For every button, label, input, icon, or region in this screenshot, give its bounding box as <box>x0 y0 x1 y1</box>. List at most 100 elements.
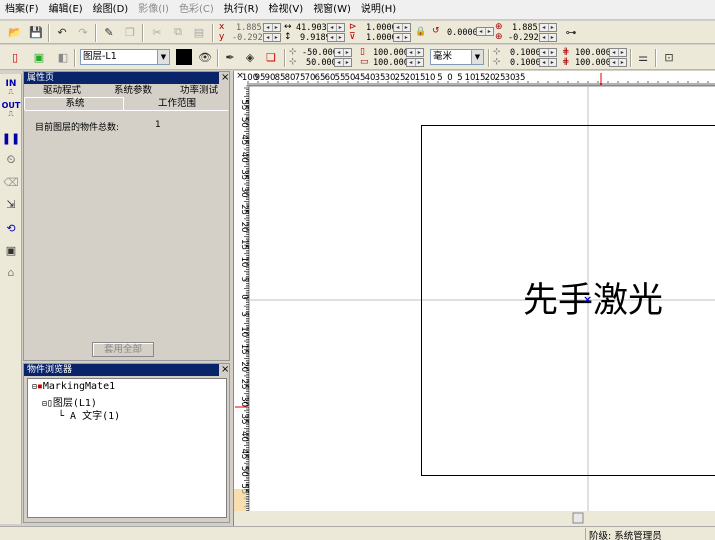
apply-all-button[interactable]: 套用全部 <box>92 342 154 357</box>
menu-item-4[interactable]: 色彩(C) <box>174 0 219 20</box>
fill-icon[interactable]: ◈ <box>241 48 259 66</box>
menu-item-6[interactable]: 检视(V) <box>264 0 309 20</box>
undo-icon[interactable]: ↶ <box>53 23 71 41</box>
in-icon[interactable]: IN ⎍ <box>3 80 19 97</box>
copy-icon[interactable]: ⧉ <box>169 23 187 41</box>
left-toolbar: IN ⎍ OUT ⎍ ❚❚ ⏲ ⌫ ⇲ ⟲ ▣ ⌂ <box>0 74 22 524</box>
object-tree: ⊟▪MarkingMate1 ⊟▯图层(L1) └ A 文字(1) <box>27 378 227 518</box>
layer-stack-icon[interactable]: ❏ <box>262 48 280 66</box>
step-x-spinner[interactable]: ◂ ▸ <box>539 48 557 57</box>
property-panel: 属性页 × 驱动程式 系统参数 功率测试 系统 工作范围 目前图层的物件总数: … <box>23 71 230 361</box>
preview-icon[interactable]: ⊡ <box>660 48 678 66</box>
align-icon[interactable]: ⚌ <box>634 48 652 66</box>
close-icon[interactable]: × <box>221 72 229 83</box>
center-align-icon[interactable]: ⊶ <box>562 23 580 41</box>
scale-x-icon: ⊳ <box>349 22 357 32</box>
menu-item-7[interactable]: 视窗(W) <box>308 0 356 20</box>
chevron-down-icon[interactable]: ▼ <box>471 50 483 64</box>
tab-system-params[interactable]: 系统参数 <box>102 85 164 97</box>
grid-y-spinner[interactable]: ◂ ▸ <box>609 58 627 67</box>
size-h-icon: ▭ <box>360 57 369 67</box>
menu-item-8[interactable]: 说明(H) <box>356 0 401 20</box>
menu-item-1[interactable]: 编辑(E) <box>44 0 88 20</box>
h-ruler-label: 10 <box>425 73 436 83</box>
pen-icon[interactable]: ✒ <box>221 48 239 66</box>
delete-layer-icon[interactable]: ◧ <box>54 48 72 66</box>
paste-icon[interactable]: ▤ <box>190 23 208 41</box>
status-user-level: 阶级: 系统管理员 <box>585 528 662 540</box>
canvas-text-object[interactable]: 先手激光 <box>523 282 663 320</box>
offset-y-spinner[interactable]: ◂ ▸ <box>334 58 352 67</box>
angle-value[interactable]: 0.0000 <box>447 28 478 38</box>
tree-item-text[interactable]: └ A 文字(1) <box>58 407 120 422</box>
save-icon[interactable]: 💾 <box>27 23 45 41</box>
tree-root[interactable]: ⊟▪MarkingMate1 <box>32 381 115 392</box>
new-doc-icon[interactable]: ▯ <box>6 48 24 66</box>
width-spinner[interactable]: ◂ ▸ <box>327 23 345 32</box>
h-scrollbar-thumb[interactable] <box>572 512 584 524</box>
layer-color-swatch[interactable] <box>176 49 192 65</box>
layer-select[interactable]: 图层-L1 ▼ <box>80 49 170 65</box>
frame-icon[interactable]: ▣ <box>3 242 19 258</box>
scale-x-spinner[interactable]: ◂ ▸ <box>393 23 411 32</box>
h-ruler-label: 35 <box>515 73 526 83</box>
offset-x-spinner[interactable]: ◂ ▸ <box>334 48 352 57</box>
status-bar: 阶级: 系统管理员 <box>0 526 715 540</box>
add-layer-icon[interactable]: ▣ <box>30 48 48 66</box>
lock-ratio-icon[interactable]: 🔒 <box>415 27 426 37</box>
menu-item-0[interactable]: 档案(F) <box>0 0 44 20</box>
rot-center-x-icon: ⊕ <box>495 22 503 32</box>
visibility-icon[interactable]: 👁 <box>196 48 214 66</box>
cut-icon[interactable]: ✂ <box>148 23 166 41</box>
grid-x-spinner[interactable]: ◂ ▸ <box>609 48 627 57</box>
object-center-marker-icon[interactable]: × <box>583 293 592 306</box>
pos-y-icon: y <box>219 32 225 42</box>
rot-x-spinner[interactable]: ◂ ▸ <box>539 23 557 32</box>
open-file-icon[interactable]: 📂 <box>6 23 24 41</box>
rot-y-spinner[interactable]: ◂ ▸ <box>539 33 557 42</box>
home-icon[interactable]: ⌂ <box>3 264 19 280</box>
tab-work-range[interactable]: 工作范围 <box>142 98 212 110</box>
menu-item-2[interactable]: 绘图(D) <box>88 0 134 20</box>
transfer-icon[interactable]: ⇲ <box>3 196 19 212</box>
text-icon: A <box>64 411 83 422</box>
object-count-label: 目前图层的物件总数: <box>35 123 120 133</box>
size-h-spinner[interactable]: ◂ ▸ <box>406 58 424 67</box>
tab-system[interactable]: 系统 <box>24 97 124 110</box>
step-x-value[interactable]: 0.1000 <box>510 48 541 58</box>
width-icon: ↔ <box>284 22 292 32</box>
rot-center-y-icon: ⊕ <box>495 32 503 42</box>
size-w-spinner[interactable]: ◂ ▸ <box>406 48 424 57</box>
toolbar-layer: ▯ ▣ ◧ 图层-L1 ▼ 👁 ✒ ◈ ❏ ⊹ ⊹ -50.0000 50.00… <box>0 45 715 70</box>
pos-x-spinner[interactable]: ◂ ▸ <box>263 23 281 32</box>
step-y-spinner[interactable]: ◂ ▸ <box>539 58 557 67</box>
property-content: 目前图层的物件总数: 1 <box>25 110 228 335</box>
tab-power-test[interactable]: 功率测试 <box>169 85 229 97</box>
menu-item-5[interactable]: 执行(R) <box>219 0 264 20</box>
close-icon[interactable]: × <box>221 364 229 375</box>
step-x-icon: ⊹ <box>493 47 501 57</box>
menu-item-3[interactable]: 影像(I) <box>133 0 174 20</box>
h-scrollbar <box>234 511 715 526</box>
angle-spinner[interactable]: ◂ ▸ <box>476 27 494 36</box>
height-spinner[interactable]: ◂ ▸ <box>327 33 345 42</box>
grid-y-icon: ⋕ <box>562 57 570 67</box>
property-panel-title: 属性页 <box>24 72 219 84</box>
pos-y-spinner[interactable]: ◂ ▸ <box>263 33 281 42</box>
pause-icon[interactable]: ❚❚ <box>2 130 20 146</box>
pos-x-icon: x <box>219 22 225 32</box>
step-y-value[interactable]: 0.1000 <box>510 58 541 68</box>
import-icon[interactable]: ✎ <box>100 23 118 41</box>
eraser-icon[interactable]: ⌫ <box>3 174 19 190</box>
timer-icon[interactable]: ⏲ <box>3 152 19 168</box>
chevron-down-icon[interactable]: ▼ <box>157 50 169 64</box>
copy-format-icon[interactable]: ❐ <box>121 23 139 41</box>
scale-y-spinner[interactable]: ◂ ▸ <box>393 33 411 42</box>
unit-select-value: 毫米 <box>433 51 453 62</box>
redo-icon[interactable]: ↷ <box>74 23 92 41</box>
tab-driver[interactable]: 驱动程式 <box>32 85 92 97</box>
loop-icon[interactable]: ⟲ <box>3 220 19 236</box>
unit-select[interactable]: 毫米 ▼ <box>430 49 484 65</box>
out-icon[interactable]: OUT ⎍ <box>2 102 21 119</box>
object-count-value: 1 <box>155 120 161 130</box>
